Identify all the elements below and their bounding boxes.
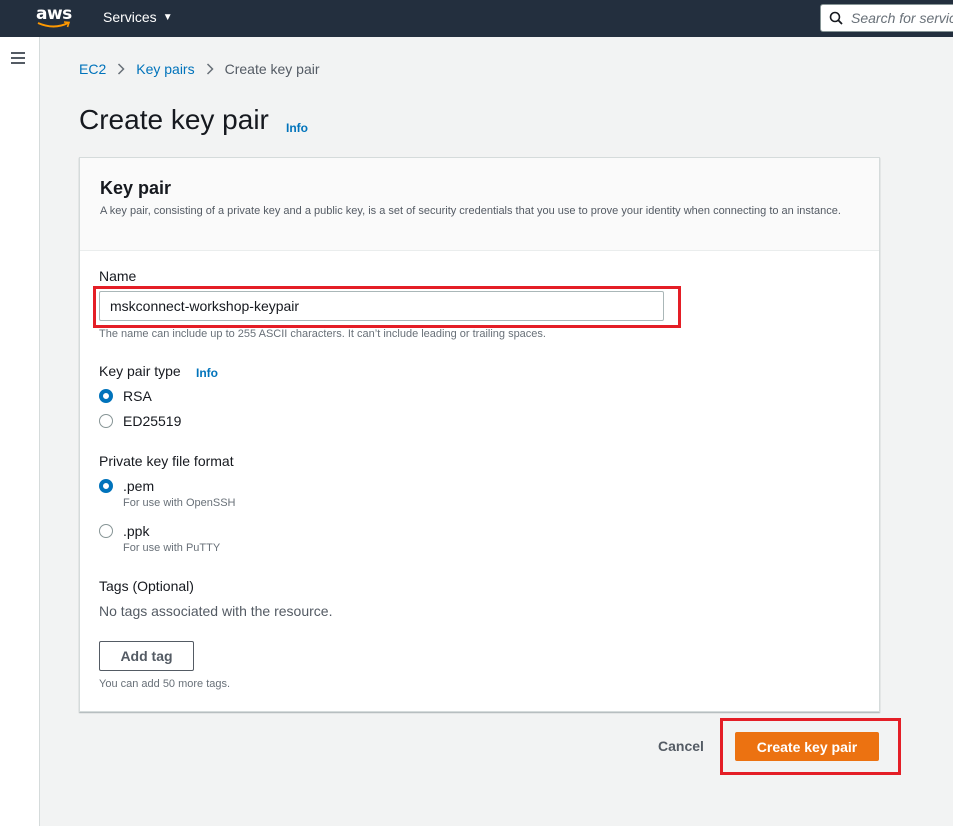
file-format-label: Private key file format xyxy=(99,453,234,469)
search-icon xyxy=(829,11,843,25)
services-label: Services xyxy=(103,9,157,25)
chevron-right-icon xyxy=(117,63,125,75)
create-button-highlight-box xyxy=(720,718,901,775)
breadcrumb: EC2 Key pairs Create key pair xyxy=(79,61,320,77)
radio-unchecked-icon[interactable] xyxy=(99,414,113,428)
panel-title: Key pair xyxy=(100,178,172,198)
key-pair-panel: Key pair A key pair, consisting of a pri… xyxy=(79,157,880,712)
tags-hint: You can add 50 more tags. xyxy=(99,678,231,690)
radio-option-pem[interactable]: .pem xyxy=(99,478,154,494)
radio-checked-icon[interactable] xyxy=(99,479,113,493)
key-pair-type-label: Key pair type xyxy=(99,363,181,379)
radio-label: .pem xyxy=(123,478,155,494)
breadcrumb-link-key-pairs[interactable]: Key pairs xyxy=(136,61,194,77)
radio-label: .ppk xyxy=(123,523,150,539)
key-pair-type-info-link[interactable]: Info xyxy=(196,366,218,380)
aws-smile-icon xyxy=(37,21,71,28)
cancel-button[interactable]: Cancel xyxy=(658,738,704,754)
radio-unchecked-icon[interactable] xyxy=(99,524,113,538)
radio-option-rsa[interactable]: RSA xyxy=(99,388,152,404)
aws-logo[interactable]: aws xyxy=(36,4,72,30)
page-info-link[interactable]: Info xyxy=(286,121,308,135)
breadcrumb-link-ec2[interactable]: EC2 xyxy=(79,61,106,77)
services-menu-button[interactable]: Services ▼ xyxy=(103,9,173,25)
page-title: Create key pair xyxy=(79,104,269,135)
top-navigation-bar: aws Services ▼ xyxy=(0,0,953,37)
ppk-description: For use with PuTTY xyxy=(123,542,221,554)
add-tag-button[interactable]: Add tag xyxy=(99,641,194,671)
radio-label: RSA xyxy=(123,388,152,404)
search-box[interactable] xyxy=(820,4,953,32)
side-navigation-rail xyxy=(0,37,40,826)
panel-header: Key pair A key pair, consisting of a pri… xyxy=(80,158,879,251)
pem-description: For use with OpenSSH xyxy=(123,497,236,509)
name-label: Name xyxy=(99,268,137,284)
radio-option-ed25519[interactable]: ED25519 xyxy=(99,413,181,429)
chevron-right-icon xyxy=(206,63,214,75)
name-hint: The name can include up to 255 ASCII cha… xyxy=(99,328,546,340)
radio-checked-icon[interactable] xyxy=(99,389,113,403)
name-highlight-box xyxy=(93,286,681,328)
tags-empty-text: No tags associated with the resource. xyxy=(99,603,333,619)
search-input[interactable] xyxy=(851,10,953,26)
hamburger-menu-icon[interactable] xyxy=(11,52,25,64)
tags-label: Tags (Optional) xyxy=(99,578,194,594)
radio-option-ppk[interactable]: .ppk xyxy=(99,523,149,539)
caret-down-icon: ▼ xyxy=(162,11,173,23)
radio-label: ED25519 xyxy=(123,413,182,429)
panel-description: A key pair, consisting of a private key … xyxy=(100,205,841,217)
breadcrumb-current: Create key pair xyxy=(224,61,320,77)
